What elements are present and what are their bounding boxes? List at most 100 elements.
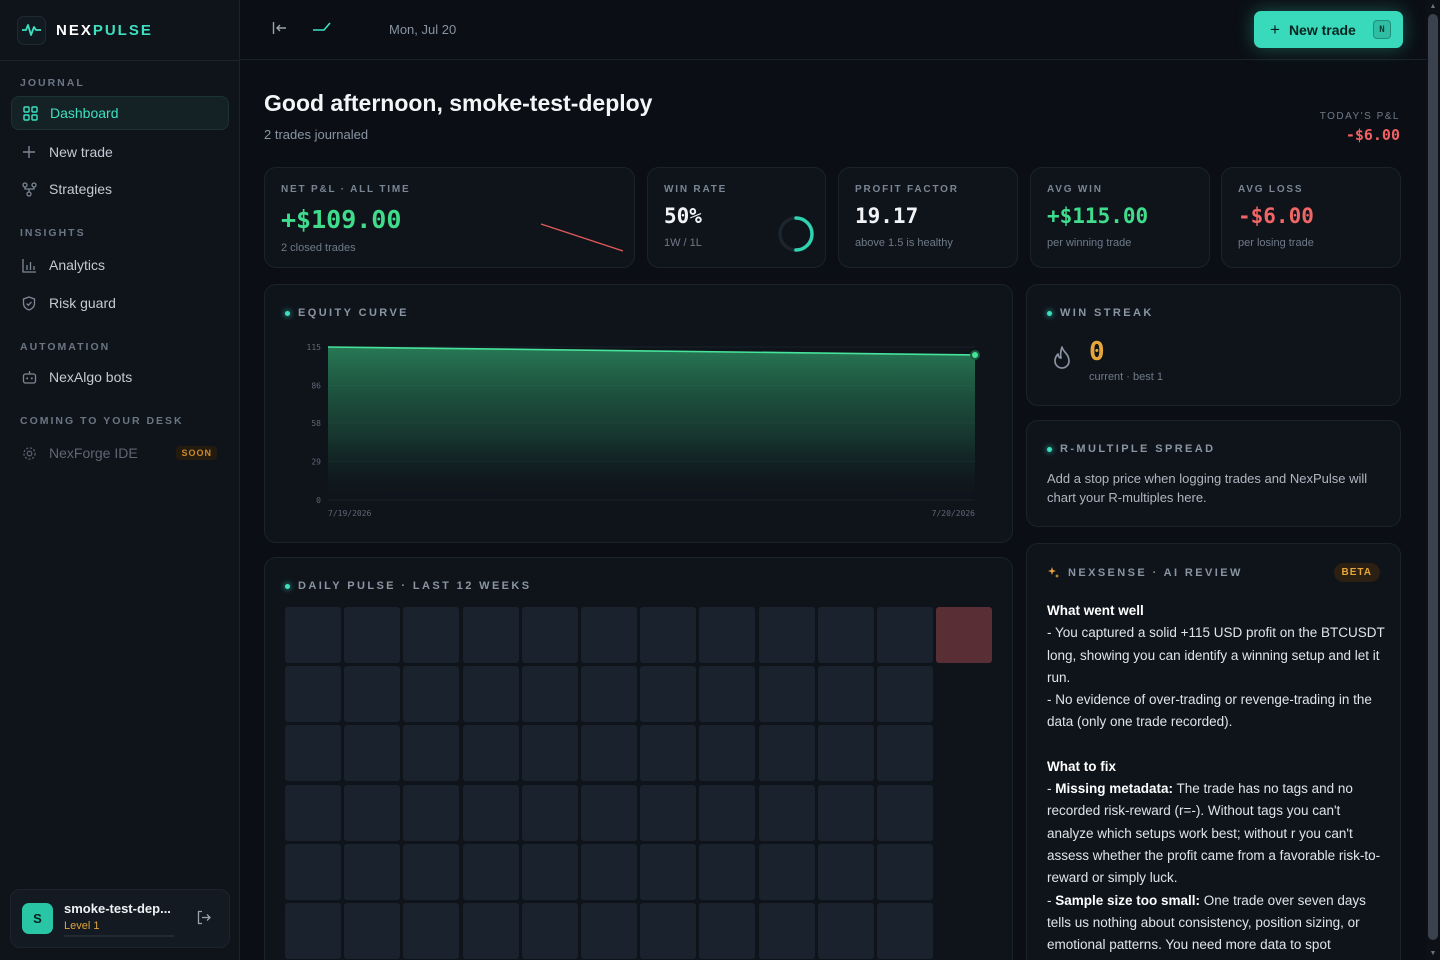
heatmap-day-cell[interactable] bbox=[758, 607, 815, 663]
heatmap-day-cell[interactable] bbox=[817, 903, 874, 959]
scroll-down-arrow-icon[interactable]: ▼ bbox=[1429, 950, 1437, 958]
heatmap-day-cell[interactable] bbox=[699, 903, 756, 959]
heatmap-day-cell[interactable] bbox=[344, 607, 401, 663]
heatmap-day-cell[interactable] bbox=[581, 843, 637, 900]
heatmap-day-cell[interactable] bbox=[285, 784, 341, 841]
heatmap-day-cell[interactable] bbox=[817, 607, 874, 663]
sidebar-item-strategies[interactable]: Strategies bbox=[11, 172, 229, 206]
heatmap-day-cell[interactable] bbox=[344, 843, 401, 900]
heatmap-day-cell[interactable] bbox=[344, 666, 401, 723]
heatmap-day-cell[interactable] bbox=[699, 784, 756, 841]
heatmap-day-cell[interactable] bbox=[640, 784, 697, 841]
heatmap-day-cell[interactable] bbox=[403, 725, 460, 782]
heatmap-day-cell[interactable] bbox=[699, 666, 756, 723]
heatmap-day-cell[interactable] bbox=[877, 784, 933, 841]
brand[interactable]: NEXPULSE bbox=[0, 0, 239, 61]
heatmap-day-cell[interactable] bbox=[403, 607, 460, 663]
ai-paragraph: - You captured a solid +115 USD profit o… bbox=[1047, 625, 1385, 685]
heatmap-day-cell[interactable] bbox=[285, 843, 341, 900]
sidebar-item-risk-guard[interactable]: Risk guard bbox=[11, 286, 229, 320]
heatmap-day-cell[interactable] bbox=[521, 666, 578, 723]
heatmap-day-cell[interactable] bbox=[936, 607, 993, 663]
heatmap-day-cell[interactable] bbox=[640, 903, 697, 959]
heatmap-day-cell[interactable] bbox=[877, 843, 933, 900]
y-tick-label: 86 bbox=[311, 382, 321, 391]
heatmap-day-cell[interactable] bbox=[581, 666, 637, 723]
heatmap-day-cell[interactable] bbox=[521, 725, 578, 782]
scroll-up-arrow-icon[interactable]: ▲ bbox=[1429, 3, 1437, 11]
heatmap-day-cell[interactable] bbox=[521, 843, 578, 900]
heatmap-day-cell[interactable] bbox=[521, 903, 578, 959]
heatmap-day-cell[interactable] bbox=[640, 725, 697, 782]
heatmap-day-cell[interactable] bbox=[640, 607, 697, 663]
heatmap-day-cell[interactable] bbox=[817, 725, 874, 782]
section-journal: JOURNAL bbox=[20, 77, 85, 89]
heatmap-day-cell[interactable] bbox=[521, 784, 578, 841]
bot-icon bbox=[21, 369, 37, 385]
sidebar-item-nexalgo-bots[interactable]: NexAlgo bots bbox=[11, 360, 229, 394]
scrollbar-thumb[interactable] bbox=[1428, 14, 1438, 940]
ai-review-card: NEXSENSE · AI REVIEW BETA What went well… bbox=[1026, 543, 1401, 960]
heatmap-day-cell[interactable] bbox=[403, 784, 460, 841]
kpi-win-rate: WIN RATE 50% 1W / 1L bbox=[647, 167, 826, 268]
equity-point[interactable] bbox=[970, 349, 980, 360]
level-progress-bar bbox=[64, 934, 174, 937]
heatmap-day-cell[interactable] bbox=[462, 784, 519, 841]
shortcut-key: N bbox=[1373, 20, 1391, 39]
heatmap-day-cell[interactable] bbox=[758, 725, 815, 782]
heatmap-day-cell[interactable] bbox=[758, 784, 815, 841]
heatmap-day-cell[interactable] bbox=[344, 725, 401, 782]
heatmap-day-cell[interactable] bbox=[581, 725, 637, 782]
y-tick-label: 0 bbox=[316, 496, 321, 505]
heatmap-day-cell[interactable] bbox=[581, 784, 637, 841]
heatmap-day-cell[interactable] bbox=[403, 903, 460, 959]
heatmap-day-cell[interactable] bbox=[344, 784, 401, 841]
section-automation: AUTOMATION bbox=[20, 341, 111, 353]
heatmap-day-cell[interactable] bbox=[462, 843, 519, 900]
r-multiple-card: R-MULTIPLE SPREAD Add a stop price when … bbox=[1026, 420, 1401, 527]
heatmap-day-cell[interactable] bbox=[285, 903, 341, 959]
dashboard-icon bbox=[22, 105, 38, 121]
heatmap-day-cell[interactable] bbox=[640, 666, 697, 723]
heatmap-day-cell[interactable] bbox=[699, 843, 756, 900]
streak-title: WIN STREAK bbox=[1047, 307, 1154, 319]
kpi-value: +$115.00 bbox=[1047, 204, 1149, 228]
heatmap-day-cell[interactable] bbox=[403, 843, 460, 900]
heatmap-day-cell[interactable] bbox=[817, 666, 874, 723]
heatmap-day-cell[interactable] bbox=[877, 903, 933, 959]
heatmap-day-cell[interactable] bbox=[699, 725, 756, 782]
streak-sub: current · best 1 bbox=[1089, 371, 1163, 383]
heatmap-day-cell[interactable] bbox=[285, 666, 341, 723]
heatmap-day-cell[interactable] bbox=[521, 607, 578, 663]
heatmap-day-cell[interactable] bbox=[877, 725, 933, 782]
user-card[interactable]: S smoke-test-dep... Level 1 bbox=[10, 889, 230, 948]
ai-bold-label: Missing metadata: bbox=[1055, 781, 1174, 797]
collapse-sidebar-icon[interactable] bbox=[272, 21, 288, 40]
heatmap-day-cell[interactable] bbox=[758, 666, 815, 723]
heatmap-day-cell[interactable] bbox=[581, 903, 637, 959]
heatmap-day-cell[interactable] bbox=[462, 725, 519, 782]
heatmap-day-cell[interactable] bbox=[285, 725, 341, 782]
heatmap-day-cell[interactable] bbox=[877, 607, 933, 663]
heatmap-day-cell[interactable] bbox=[285, 607, 341, 663]
heatmap-day-cell[interactable] bbox=[403, 666, 460, 723]
heatmap-day-cell[interactable] bbox=[640, 843, 697, 900]
heatmap-day-cell[interactable] bbox=[699, 607, 756, 663]
heatmap-day-cell[interactable] bbox=[877, 666, 933, 723]
heatmap-day-cell[interactable] bbox=[462, 607, 519, 663]
logout-icon[interactable] bbox=[196, 910, 211, 930]
heatmap-day-cell[interactable] bbox=[817, 843, 874, 900]
heatmap-day-cell[interactable] bbox=[462, 666, 519, 723]
heatmap-day-cell[interactable] bbox=[581, 607, 637, 663]
heatmap-day-cell[interactable] bbox=[758, 903, 815, 959]
heatmap-day-cell[interactable] bbox=[758, 843, 815, 900]
brand-name: NEXPULSE bbox=[56, 22, 153, 39]
sidebar-item-analytics[interactable]: Analytics bbox=[11, 248, 229, 282]
heatmap-day-cell[interactable] bbox=[462, 903, 519, 959]
sidebar-item-dashboard[interactable]: Dashboard bbox=[11, 96, 229, 130]
heatmap-day-cell[interactable] bbox=[817, 784, 874, 841]
heatmap-day-cell[interactable] bbox=[344, 903, 401, 959]
soon-badge: SOON bbox=[176, 446, 217, 460]
sidebar-item-new-trade[interactable]: New trade bbox=[11, 135, 229, 169]
new-trade-button[interactable]: + New trade N bbox=[1254, 11, 1403, 48]
